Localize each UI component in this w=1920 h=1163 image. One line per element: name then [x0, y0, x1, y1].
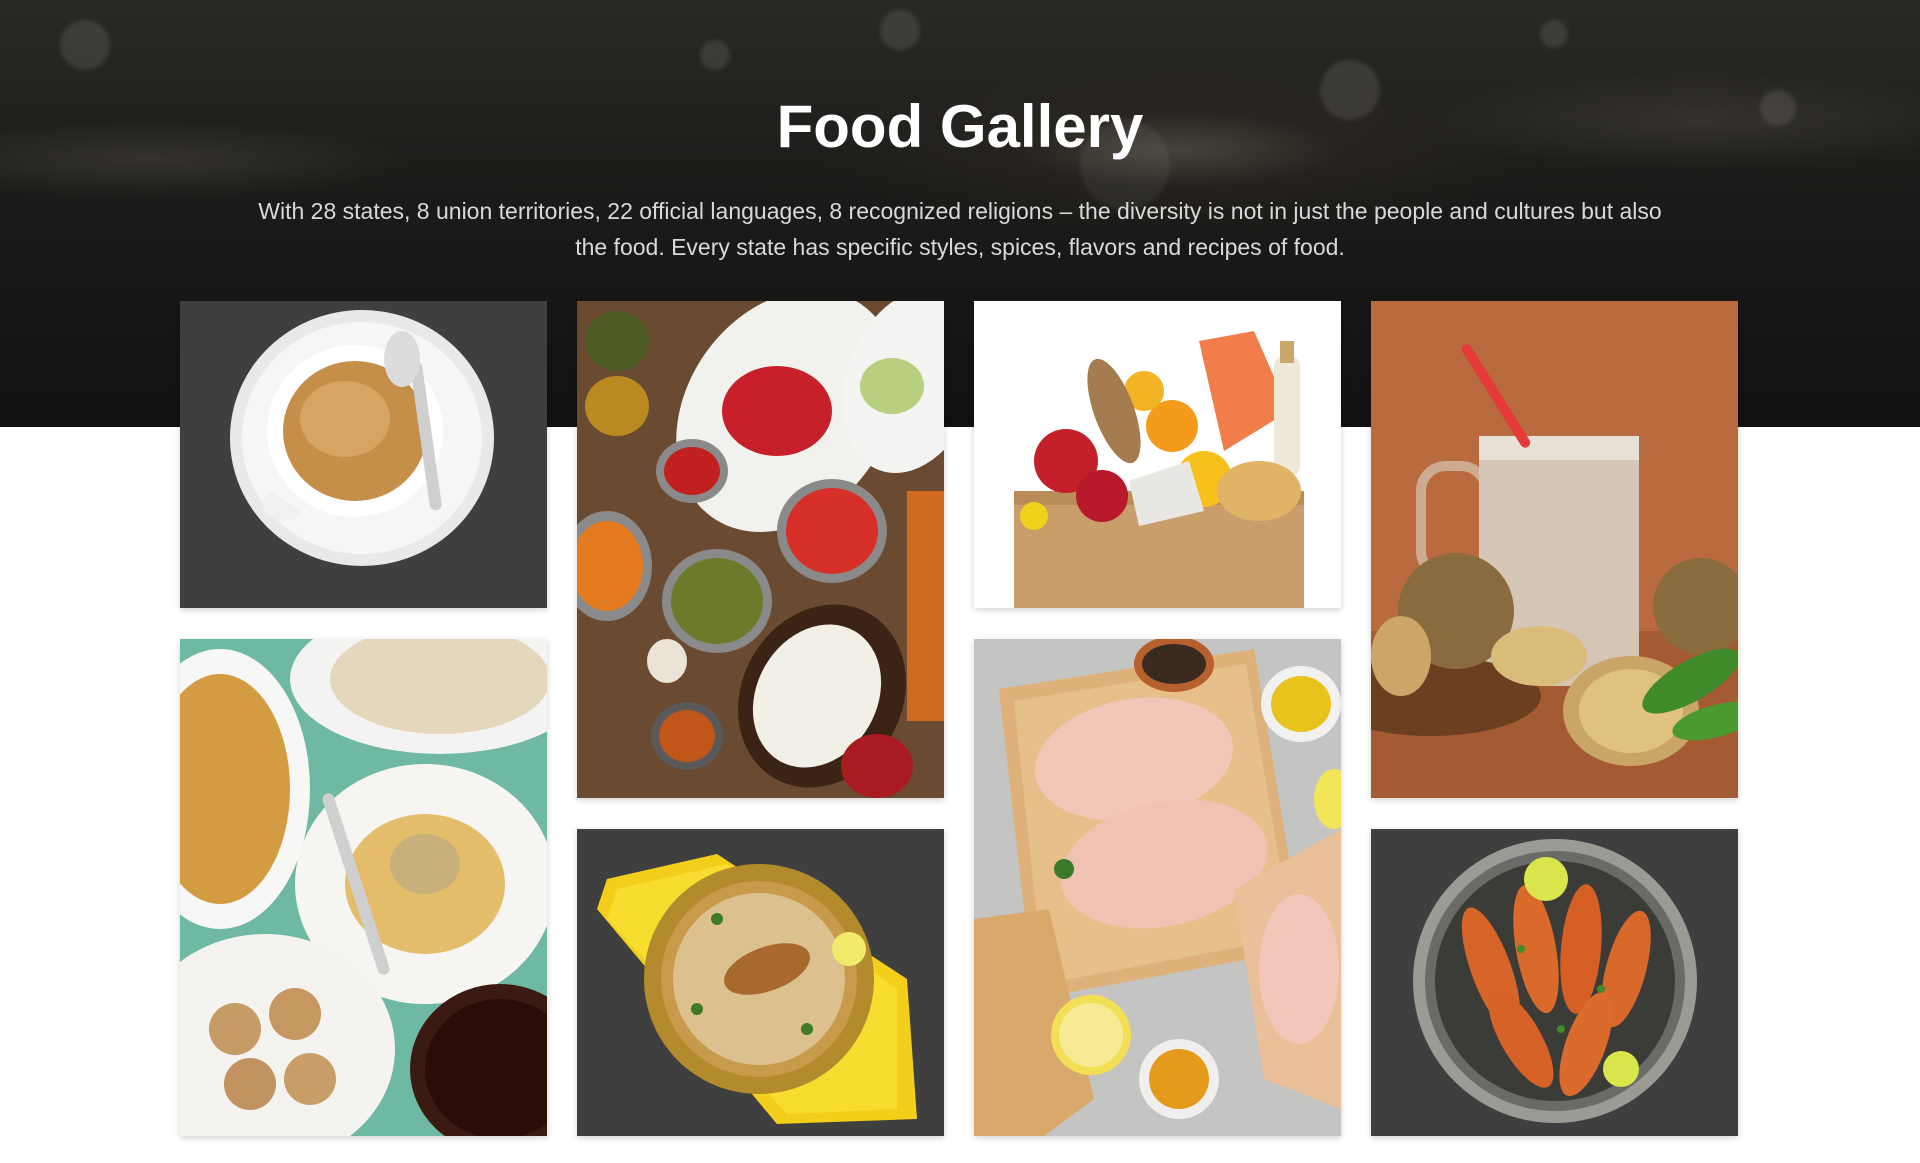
gallery-item-coffee[interactable]: [180, 301, 547, 608]
coffee-cup-image: [230, 310, 494, 566]
biryani-image: [597, 854, 917, 1124]
fish-fry-image: [1413, 839, 1697, 1123]
gallery-item-indian-spread[interactable]: [577, 301, 944, 798]
gallery-item-grocery[interactable]: [974, 301, 1341, 608]
raw-chicken-image: [974, 639, 1341, 1136]
chaat-platter-image: [180, 639, 547, 1136]
grocery-bag-image: [974, 301, 1341, 608]
gallery-item-fish-fry[interactable]: [1371, 829, 1738, 1136]
page-title: Food Gallery: [776, 93, 1144, 160]
gallery-item-biryani[interactable]: [577, 829, 944, 1136]
gallery-item-chaat[interactable]: [180, 639, 547, 1136]
indian-spread-image: [577, 301, 944, 798]
food-gallery-page: Food Gallery With 28 states, 8 union ter…: [0, 0, 1920, 1163]
gallery-item-chicken[interactable]: [974, 639, 1341, 1136]
gallery-item-milkshake[interactable]: [1371, 301, 1738, 798]
sapodilla-milkshake-image: [1371, 301, 1738, 798]
page-description: With 28 states, 8 union territories, 22 …: [258, 198, 1662, 260]
